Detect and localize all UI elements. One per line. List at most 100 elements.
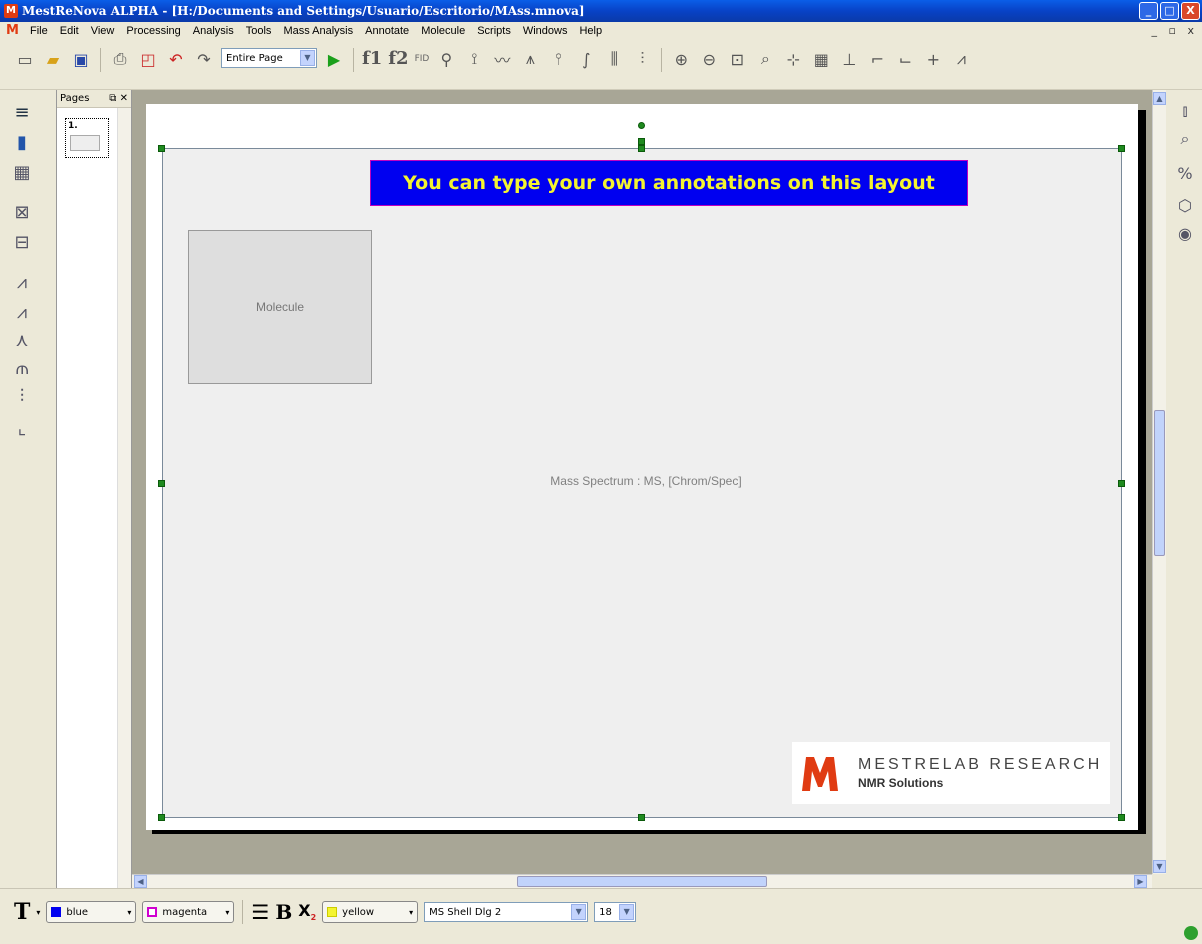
measure-icon[interactable]: ⌐ bbox=[866, 48, 888, 70]
multiplets-icon[interactable]: ⌞ bbox=[10, 416, 34, 440]
annotation-text-box[interactable]: You can type your own annotations on thi… bbox=[370, 160, 968, 206]
menu-annotate[interactable]: Annotate bbox=[359, 25, 415, 37]
pages-scrollbar[interactable] bbox=[117, 108, 131, 888]
resize-handle-top-center[interactable] bbox=[638, 145, 645, 152]
search-peaks-icon[interactable]: ⌕ bbox=[1174, 128, 1196, 150]
list-icon[interactable]: ≡ bbox=[10, 100, 34, 124]
single-spectrum-icon[interactable]: ⋏ bbox=[10, 328, 34, 352]
zoom-out-icon[interactable]: ⊖ bbox=[698, 48, 720, 70]
zoom-in-icon[interactable]: ⊕ bbox=[670, 48, 692, 70]
font-color-button[interactable]: blue ▾ bbox=[46, 901, 137, 923]
menu-tools[interactable]: Tools bbox=[240, 25, 278, 37]
eye-icon[interactable]: ◉ bbox=[1174, 222, 1196, 244]
zoom-select[interactable]: Entire Page ▼ bbox=[221, 48, 317, 68]
resize-handle-top-right[interactable] bbox=[1118, 145, 1125, 152]
crosshair-icon[interactable]: + bbox=[922, 48, 944, 70]
rotation-handle[interactable] bbox=[638, 122, 645, 129]
menu-scripts[interactable]: Scripts bbox=[471, 25, 517, 37]
bar-chart-icon[interactable]: ⫾ bbox=[1174, 100, 1196, 122]
mass-spectrum-label: Mass Spectrum : MS, [Chrom/Spec] bbox=[550, 474, 742, 488]
phase-icon[interactable]: ⚲ bbox=[435, 48, 457, 70]
zoom-box-icon[interactable]: ⊡ bbox=[726, 48, 748, 70]
align-icon[interactable]: ☰ bbox=[251, 900, 269, 924]
scroll-up-icon[interactable]: ▲ bbox=[1153, 92, 1166, 105]
save-icon[interactable]: ▣ bbox=[70, 48, 92, 70]
minimize-button[interactable]: _ bbox=[1139, 2, 1158, 20]
redo-icon[interactable]: ↷ bbox=[193, 48, 215, 70]
zoom-fit-icon[interactable]: ⌕ bbox=[754, 48, 776, 70]
menu-analysis[interactable]: Analysis bbox=[187, 25, 240, 37]
apodization-icon[interactable]: 〰 bbox=[491, 48, 513, 70]
menu-windows[interactable]: Windows bbox=[517, 25, 574, 37]
vertical-scroll-thumb[interactable] bbox=[1154, 410, 1165, 556]
chevron-down-icon[interactable]: ▼ bbox=[619, 904, 635, 920]
resize-handle-bottom-center[interactable] bbox=[638, 814, 645, 821]
pages-panel-controls[interactable]: ⧉ ✕ bbox=[109, 93, 128, 104]
array-icon[interactable]: ⊟ bbox=[10, 230, 34, 254]
bold-icon[interactable]: B bbox=[275, 900, 292, 924]
chevron-down-icon[interactable]: ▼ bbox=[300, 50, 315, 66]
export-pdf-icon[interactable]: ◰ bbox=[137, 48, 159, 70]
f2-button[interactable]: f2 bbox=[388, 48, 408, 69]
region-icon[interactable]: ⌙ bbox=[894, 48, 916, 70]
font-size-select[interactable]: 18 ▼ bbox=[594, 902, 637, 922]
highlight-color-button[interactable]: yellow ▾ bbox=[322, 901, 419, 923]
hexagon-icon[interactable]: ⬡ bbox=[1174, 194, 1196, 216]
menu-file[interactable]: File bbox=[24, 25, 54, 37]
fid-button[interactable]: FID bbox=[415, 54, 430, 64]
horizontal-scroll-thumb[interactable] bbox=[517, 876, 767, 887]
menu-molecule[interactable]: Molecule bbox=[415, 25, 471, 37]
resize-handle-mid-left[interactable] bbox=[158, 480, 165, 487]
undo-icon[interactable]: ↶ bbox=[165, 48, 187, 70]
integrals-icon[interactable]: ⫶ bbox=[10, 384, 34, 408]
mdi-controls[interactable]: _ ▫ x bbox=[1152, 24, 1198, 37]
play-icon[interactable]: ▶ bbox=[323, 48, 345, 70]
resize-handle-bottom-left[interactable] bbox=[158, 814, 165, 821]
peaks-icon[interactable]: ⫙ bbox=[10, 356, 34, 380]
close-button[interactable]: X bbox=[1181, 2, 1200, 20]
horizontal-scrollbar[interactable]: ◀ ▶ bbox=[132, 874, 1152, 888]
font-name-select[interactable]: MS Shell Dlg 2 ▼ bbox=[424, 902, 589, 922]
grid-icon[interactable]: ▦ bbox=[10, 160, 34, 184]
print-icon[interactable]: ⎙ bbox=[109, 48, 131, 70]
overlay-icon[interactable]: ⩘ bbox=[10, 300, 34, 324]
scroll-down-icon[interactable]: ▼ bbox=[1153, 860, 1166, 873]
scroll-left-icon[interactable]: ◀ bbox=[134, 875, 147, 888]
stack-icon[interactable]: ⊠ bbox=[10, 200, 34, 224]
integrate-icon[interactable]: ∫ bbox=[575, 48, 597, 70]
superimpose-icon[interactable]: ⩘ bbox=[10, 270, 34, 294]
page-thumbnail[interactable]: 1. bbox=[65, 118, 109, 158]
spectrum-peaks-icon[interactable]: ⊥ bbox=[838, 48, 860, 70]
resize-handle-top-mid[interactable] bbox=[638, 138, 645, 145]
baseline-icon[interactable]: ⟟ bbox=[463, 48, 485, 70]
chevron-down-icon[interactable]: ▾ bbox=[36, 908, 40, 917]
multiplet-icon[interactable]: ⫼ bbox=[603, 48, 625, 70]
fill-color-button[interactable]: magenta ▾ bbox=[142, 901, 235, 923]
vertical-scrollbar[interactable]: ▲ ▼ bbox=[1152, 90, 1166, 874]
maximize-button[interactable]: □ bbox=[1160, 2, 1179, 20]
scroll-right-icon[interactable]: ▶ bbox=[1134, 875, 1147, 888]
f1-button[interactable]: f1 bbox=[362, 48, 382, 69]
pan-icon[interactable]: ⊹ bbox=[782, 48, 804, 70]
open-folder-icon[interactable]: ▰ bbox=[42, 48, 64, 70]
layout-icon[interactable]: ▮ bbox=[10, 130, 34, 154]
full-view-icon[interactable]: ▦ bbox=[810, 48, 832, 70]
resize-handle-top-left[interactable] bbox=[158, 145, 165, 152]
tms-reference-icon[interactable]: ⫯ bbox=[547, 48, 569, 70]
chevron-down-icon[interactable]: ▼ bbox=[571, 904, 587, 920]
fit-icon[interactable]: ⩘ bbox=[950, 48, 972, 70]
percent-icon[interactable]: % bbox=[1174, 162, 1196, 184]
peak-list-icon[interactable]: ⫶ bbox=[631, 48, 653, 70]
menu-help[interactable]: Help bbox=[573, 25, 608, 37]
menu-mass-analysis[interactable]: Mass Analysis bbox=[277, 25, 359, 37]
peak-pick-icon[interactable]: ⩚ bbox=[519, 48, 541, 70]
menu-edit[interactable]: Edit bbox=[54, 25, 85, 37]
menu-view[interactable]: View bbox=[85, 25, 121, 37]
resize-handle-bottom-right[interactable] bbox=[1118, 814, 1125, 821]
resize-handle-mid-right[interactable] bbox=[1118, 480, 1125, 487]
molecule-box[interactable]: Molecule bbox=[188, 230, 372, 384]
subscript-icon[interactable]: X2 bbox=[298, 901, 316, 922]
text-tool-icon[interactable]: T bbox=[14, 899, 30, 925]
new-document-icon[interactable]: ▭ bbox=[14, 48, 36, 70]
menu-processing[interactable]: Processing bbox=[120, 25, 186, 37]
